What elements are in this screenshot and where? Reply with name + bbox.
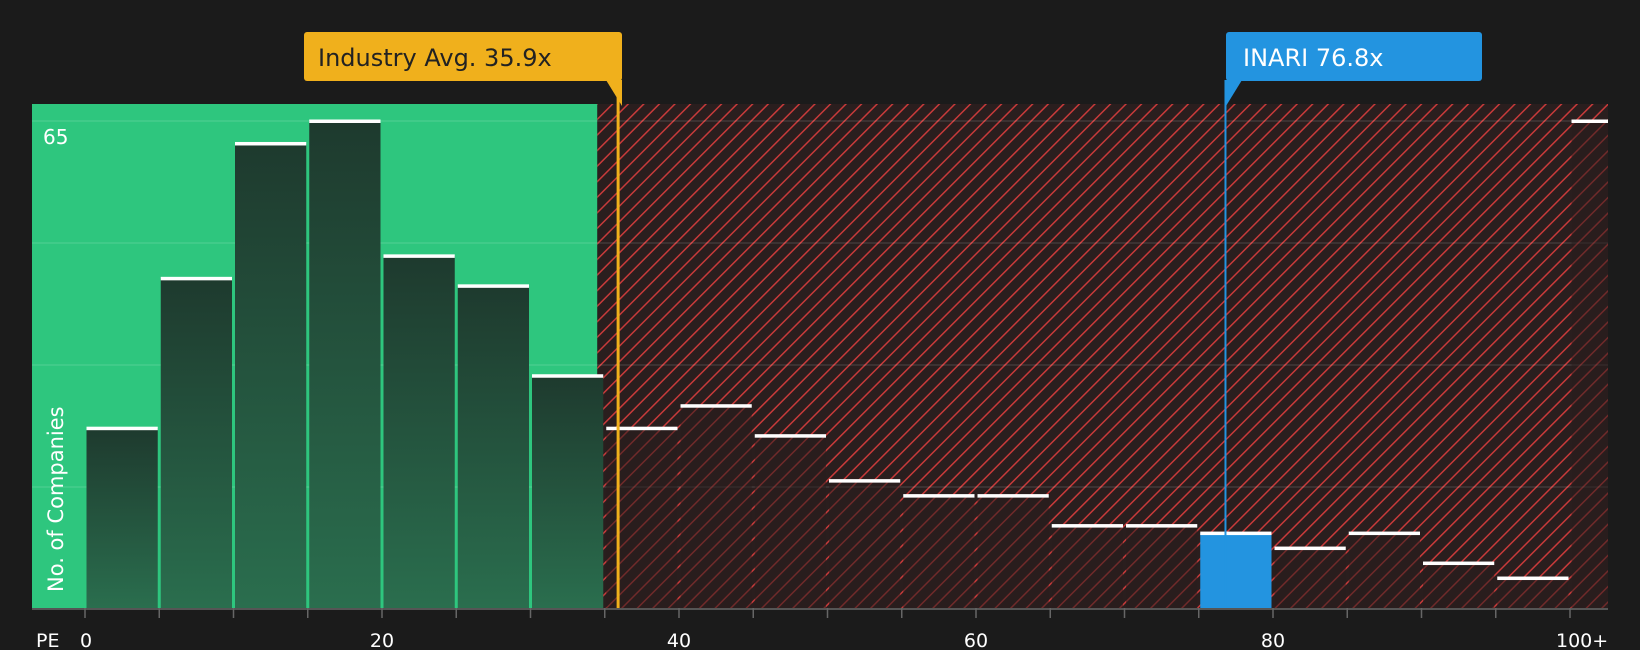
- bar-cap: [1571, 119, 1608, 123]
- bar-cap: [457, 284, 529, 288]
- bar-cap: [86, 426, 158, 431]
- bar-fill: [532, 375, 604, 608]
- histogram-bar: [160, 276, 232, 608]
- bar-fill: [1423, 563, 1495, 608]
- bar-cap: [977, 494, 1049, 498]
- bar-fill: [1126, 525, 1198, 608]
- histogram-bar: [1423, 561, 1495, 608]
- bar-fill: [903, 495, 975, 608]
- bar-fill: [1348, 533, 1420, 608]
- x-tick-label: 20: [370, 630, 394, 650]
- bar-fill: [309, 121, 381, 608]
- bar-cap: [1423, 561, 1495, 566]
- bar-cap: [1274, 546, 1346, 551]
- bar-fill: [829, 480, 901, 608]
- histogram-bar: [1051, 524, 1123, 608]
- histogram-bar: [754, 434, 826, 608]
- bar-cap: [160, 276, 232, 281]
- bar-fill: [86, 428, 158, 608]
- histogram-bar: [383, 254, 455, 608]
- company-label: INARI 76.8x: [1243, 44, 1383, 72]
- histogram-bar: [309, 119, 381, 608]
- x-axis-prefix: PE: [36, 630, 59, 650]
- x-tick-label: 40: [667, 630, 691, 650]
- bar-fill: [1200, 533, 1272, 608]
- histogram-bar: [1348, 531, 1420, 608]
- x-tick-label: 100+: [1556, 630, 1608, 650]
- histogram-bar: [977, 494, 1049, 608]
- bar-fill: [457, 285, 529, 608]
- bar-cap: [532, 374, 604, 378]
- x-tick-label: 80: [1261, 630, 1285, 650]
- bar-cap: [309, 119, 381, 123]
- bar-fill: [160, 278, 232, 608]
- bar-fill: [754, 435, 826, 608]
- bar-fill: [1051, 525, 1123, 608]
- bar-cap: [829, 479, 901, 483]
- histogram-bar: [457, 284, 529, 608]
- bar-fill: [680, 405, 752, 608]
- bar-cap: [1497, 576, 1569, 581]
- industry-avg-label: Industry Avg. 35.9x: [318, 44, 552, 72]
- y-axis-top-tick: 65: [43, 125, 68, 149]
- bar-fill: [1571, 121, 1608, 608]
- bar-cap: [1200, 531, 1272, 536]
- histogram-bar: [1274, 546, 1346, 608]
- bar-fill: [235, 143, 307, 608]
- bar-fill: [383, 255, 455, 608]
- bar-cap: [383, 254, 455, 258]
- y-axis-label: No. of Companies: [44, 406, 68, 592]
- bar-cap: [903, 494, 975, 498]
- bar-fill: [1274, 548, 1346, 608]
- bar-cap: [1051, 524, 1123, 528]
- histogram-bar: [235, 141, 307, 608]
- histogram-bar: [903, 494, 975, 608]
- bar-fill: [1497, 578, 1569, 608]
- x-tick-label: 60: [964, 630, 988, 650]
- histogram-bar: [532, 374, 604, 608]
- bar-cap: [235, 141, 307, 146]
- bar-fill: [977, 495, 1049, 608]
- histogram-bar: [680, 404, 752, 608]
- histogram-bar: [829, 479, 901, 608]
- chart-svg: 0 20 40 60 80 100+ 65 No. of Companies PE Ind…: [0, 0, 1640, 650]
- bar-cap: [1348, 531, 1420, 536]
- histogram-bar: [1200, 531, 1272, 608]
- histogram-bar: [1571, 119, 1608, 608]
- histogram-bar: [86, 426, 158, 608]
- x-tick-label: 0: [80, 630, 92, 650]
- bar-cap: [754, 434, 826, 438]
- histogram-bar: [1126, 524, 1198, 608]
- bar-cap: [1126, 524, 1198, 528]
- histogram-bar: [1497, 576, 1569, 608]
- bar-cap: [680, 404, 752, 408]
- pe-distribution-chart: 0 20 40 60 80 100+ 65 No. of Companies PE Ind…: [0, 0, 1640, 650]
